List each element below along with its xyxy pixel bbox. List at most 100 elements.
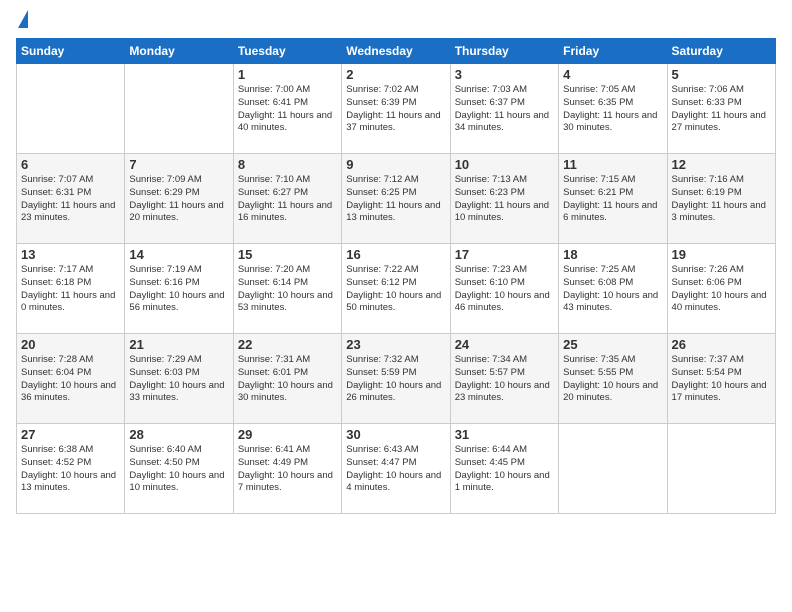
- calendar-cell-week5-day1: 27Sunrise: 6:38 AM Sunset: 4:52 PM Dayli…: [17, 424, 125, 514]
- day-number: 14: [129, 247, 228, 262]
- calendar-week-1: 1 Sunrise: 7:00 AM Sunset: 6:41 PM Daylig…: [17, 64, 776, 154]
- calendar-cell-week2-day6: 11 Sunrise: 7:15 AM Sunset: 6:21 PM Dayli…: [559, 154, 667, 244]
- calendar-cell-week4-day6: 25 Sunrise: 7:35 AM Sunset: 5:55 PM Dayli…: [559, 334, 667, 424]
- calendar-cell-week2-day1: 6 Sunrise: 7:07 AM Sunset: 6:31 PM Daylig…: [17, 154, 125, 244]
- day-number: 24: [455, 337, 554, 352]
- calendar-cell-week3-day1: 13 Sunrise: 7:17 AM Sunset: 6:18 PM Dayli…: [17, 244, 125, 334]
- day-number: 19: [672, 247, 771, 262]
- calendar-header-row: SundayMondayTuesdayWednesdayThursdayFrid…: [17, 39, 776, 64]
- calendar-cell-week1-day6: 4 Sunrise: 7:05 AM Sunset: 6:35 PM Daylig…: [559, 64, 667, 154]
- calendar-cell-week5-day5: 31Sunrise: 6:44 AM Sunset: 4:45 PM Dayli…: [450, 424, 558, 514]
- day-info: Sunrise: 7:26 AM Sunset: 6:06 PM Dayligh…: [672, 264, 771, 315]
- calendar-cell-week2-day7: 12Sunrise: 7:16 AM Sunset: 6:19 PM Dayli…: [667, 154, 775, 244]
- calendar-cell-week3-day4: 16 Sunrise: 7:22 AM Sunset: 6:12 PM Dayli…: [342, 244, 450, 334]
- calendar-cell-week5-day6: [559, 424, 667, 514]
- day-info: Sunrise: 7:09 AM Sunset: 6:29 PM Dayligh…: [129, 174, 228, 225]
- calendar-cell-week2-day4: 9Sunrise: 7:12 AM Sunset: 6:25 PM Daylig…: [342, 154, 450, 244]
- logo-triangle-icon: [18, 10, 28, 28]
- calendar-week-4: 20Sunrise: 7:28 AM Sunset: 6:04 PM Dayli…: [17, 334, 776, 424]
- day-info: Sunrise: 7:02 AM Sunset: 6:39 PM Dayligh…: [346, 84, 445, 135]
- day-number: 21: [129, 337, 228, 352]
- day-info: Sunrise: 7:03 AM Sunset: 6:37 PM Dayligh…: [455, 84, 554, 135]
- day-number: 11: [563, 157, 662, 172]
- day-number: 7: [129, 157, 228, 172]
- calendar-cell-week4-day4: 23 Sunrise: 7:32 AM Sunset: 5:59 PM Dayli…: [342, 334, 450, 424]
- day-number: 12: [672, 157, 771, 172]
- calendar-header-thursday: Thursday: [450, 39, 558, 64]
- day-info: Sunrise: 7:25 AM Sunset: 6:08 PM Dayligh…: [563, 264, 662, 315]
- calendar-cell-week4-day5: 24 Sunrise: 7:34 AM Sunset: 5:57 PM Dayli…: [450, 334, 558, 424]
- day-number: 27: [21, 427, 120, 442]
- calendar-cell-week2-day5: 10 Sunrise: 7:13 AM Sunset: 6:23 PM Dayli…: [450, 154, 558, 244]
- calendar-cell-week2-day2: 7 Sunrise: 7:09 AM Sunset: 6:29 PM Daylig…: [125, 154, 233, 244]
- day-number: 4: [563, 67, 662, 82]
- calendar-cell-week1-day5: 3 Sunrise: 7:03 AM Sunset: 6:37 PM Daylig…: [450, 64, 558, 154]
- day-info: Sunrise: 7:34 AM Sunset: 5:57 PM Dayligh…: [455, 354, 554, 405]
- day-info: Sunrise: 7:06 AM Sunset: 6:33 PM Dayligh…: [672, 84, 771, 135]
- calendar-header-sunday: Sunday: [17, 39, 125, 64]
- day-number: 10: [455, 157, 554, 172]
- calendar-cell-week1-day3: 1 Sunrise: 7:00 AM Sunset: 6:41 PM Daylig…: [233, 64, 341, 154]
- day-number: 5: [672, 67, 771, 82]
- calendar-header-wednesday: Wednesday: [342, 39, 450, 64]
- calendar-cell-week1-day7: 5 Sunrise: 7:06 AM Sunset: 6:33 PM Daylig…: [667, 64, 775, 154]
- day-number: 1: [238, 67, 337, 82]
- day-number: 2: [346, 67, 445, 82]
- day-info: Sunrise: 6:40 AM Sunset: 4:50 PM Dayligh…: [129, 444, 228, 495]
- day-info: Sunrise: 7:15 AM Sunset: 6:21 PM Dayligh…: [563, 174, 662, 225]
- calendar-cell-week5-day3: 29 Sunrise: 6:41 AM Sunset: 4:49 PM Dayli…: [233, 424, 341, 514]
- calendar-cell-week1-day1: [17, 64, 125, 154]
- calendar-cell-week3-day7: 19 Sunrise: 7:26 AM Sunset: 6:06 PM Dayli…: [667, 244, 775, 334]
- day-info: Sunrise: 7:20 AM Sunset: 6:14 PM Dayligh…: [238, 264, 337, 315]
- calendar-cell-week5-day2: 28 Sunrise: 6:40 AM Sunset: 4:50 PM Dayli…: [125, 424, 233, 514]
- day-info: Sunrise: 7:29 AM Sunset: 6:03 PM Dayligh…: [129, 354, 228, 405]
- day-info: Sunrise: 7:07 AM Sunset: 6:31 PM Dayligh…: [21, 174, 120, 225]
- day-number: 18: [563, 247, 662, 262]
- calendar-cell-week4-day2: 21 Sunrise: 7:29 AM Sunset: 6:03 PM Dayli…: [125, 334, 233, 424]
- calendar-cell-week1-day2: [125, 64, 233, 154]
- day-info: Sunrise: 7:31 AM Sunset: 6:01 PM Dayligh…: [238, 354, 337, 405]
- day-info: Sunrise: 7:32 AM Sunset: 5:59 PM Dayligh…: [346, 354, 445, 405]
- day-info: Sunrise: 7:22 AM Sunset: 6:12 PM Dayligh…: [346, 264, 445, 315]
- calendar-cell-week4-day7: 26Sunrise: 7:37 AM Sunset: 5:54 PM Dayli…: [667, 334, 775, 424]
- day-number: 8: [238, 157, 337, 172]
- calendar-cell-week3-day2: 14 Sunrise: 7:19 AM Sunset: 6:16 PM Dayli…: [125, 244, 233, 334]
- logo: [16, 10, 28, 30]
- day-number: 6: [21, 157, 120, 172]
- calendar-header-tuesday: Tuesday: [233, 39, 341, 64]
- calendar-cell-week3-day5: 17Sunrise: 7:23 AM Sunset: 6:10 PM Dayli…: [450, 244, 558, 334]
- calendar-cell-week1-day4: 2 Sunrise: 7:02 AM Sunset: 6:39 PM Daylig…: [342, 64, 450, 154]
- day-number: 3: [455, 67, 554, 82]
- day-info: Sunrise: 7:17 AM Sunset: 6:18 PM Dayligh…: [21, 264, 120, 315]
- calendar-header-saturday: Saturday: [667, 39, 775, 64]
- day-number: 22: [238, 337, 337, 352]
- day-number: 29: [238, 427, 337, 442]
- calendar-header-monday: Monday: [125, 39, 233, 64]
- calendar-cell-week4-day3: 22 Sunrise: 7:31 AM Sunset: 6:01 PM Dayli…: [233, 334, 341, 424]
- page: SundayMondayTuesdayWednesdayThursdayFrid…: [0, 0, 792, 612]
- calendar-cell-week2-day3: 8Sunrise: 7:10 AM Sunset: 6:27 PM Daylig…: [233, 154, 341, 244]
- day-number: 16: [346, 247, 445, 262]
- calendar-cell-week3-day3: 15 Sunrise: 7:20 AM Sunset: 6:14 PM Dayli…: [233, 244, 341, 334]
- calendar-week-3: 13 Sunrise: 7:17 AM Sunset: 6:18 PM Dayli…: [17, 244, 776, 334]
- calendar-cell-week5-day7: [667, 424, 775, 514]
- day-number: 15: [238, 247, 337, 262]
- day-info: Sunrise: 7:19 AM Sunset: 6:16 PM Dayligh…: [129, 264, 228, 315]
- day-info: Sunrise: 7:05 AM Sunset: 6:35 PM Dayligh…: [563, 84, 662, 135]
- day-info: Sunrise: 6:41 AM Sunset: 4:49 PM Dayligh…: [238, 444, 337, 495]
- day-number: 30: [346, 427, 445, 442]
- calendar-cell-week4-day1: 20Sunrise: 7:28 AM Sunset: 6:04 PM Dayli…: [17, 334, 125, 424]
- day-number: 13: [21, 247, 120, 262]
- day-info: Sunrise: 7:00 AM Sunset: 6:41 PM Dayligh…: [238, 84, 337, 135]
- day-number: 17: [455, 247, 554, 262]
- day-info: Sunrise: 7:13 AM Sunset: 6:23 PM Dayligh…: [455, 174, 554, 225]
- day-number: 28: [129, 427, 228, 442]
- header: [16, 10, 776, 30]
- calendar-table: SundayMondayTuesdayWednesdayThursdayFrid…: [16, 38, 776, 514]
- day-info: Sunrise: 7:28 AM Sunset: 6:04 PM Dayligh…: [21, 354, 120, 405]
- day-info: Sunrise: 7:37 AM Sunset: 5:54 PM Dayligh…: [672, 354, 771, 405]
- day-number: 9: [346, 157, 445, 172]
- day-number: 23: [346, 337, 445, 352]
- day-info: Sunrise: 7:35 AM Sunset: 5:55 PM Dayligh…: [563, 354, 662, 405]
- day-number: 25: [563, 337, 662, 352]
